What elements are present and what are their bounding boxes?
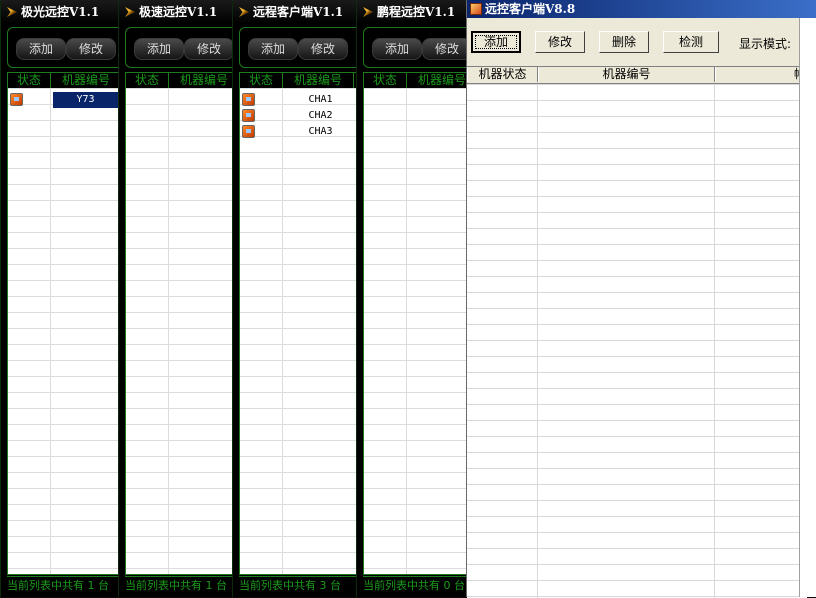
window-title-bar[interactable]: 鹏程远控V1.1 (357, 0, 467, 24)
edit-button[interactable]: 修改 (66, 38, 116, 60)
computer-status-icon (10, 93, 23, 106)
computer-status-icon (242, 93, 255, 106)
window-yuancheng: 远程客户端V1.1 添加 修改 状态 机器编号 CHA1 CHA2 CHA3 当… (232, 0, 357, 597)
status-bar: 当前列表中共有 1 台 (125, 576, 233, 595)
add-button[interactable]: 添加 (16, 38, 66, 60)
column-machine-id[interactable]: 机器编号 (538, 67, 715, 82)
list-header: 状态 机器编号 (126, 73, 232, 88)
machine-id-cell: CHA2 (308, 110, 333, 121)
list-header: 状态 机器编号 (364, 73, 466, 88)
list-body (126, 88, 232, 574)
main-title-bar[interactable]: 远控客户端V8.8 (467, 0, 816, 18)
right-edge-panel (799, 18, 816, 597)
column-status[interactable]: 状态 (8, 73, 51, 88)
column-machine-id[interactable]: 机器编号 (51, 73, 118, 88)
machine-list[interactable]: 状态 机器编号 CHA1 CHA2 CHA3 (239, 72, 357, 575)
window-title-bar[interactable]: 极速远控V1.1 (119, 0, 233, 24)
machine-id-cell: Y73 (53, 92, 118, 108)
app-icon (125, 7, 135, 17)
main-window-title: 远控客户端V8.8 (485, 2, 576, 16)
button-panel: 添加 修改 (239, 27, 357, 68)
window-jiguang: 极光远控V1.1 添加 修改 状态 机器编号 Y73 当前列表中共有 1 台 (0, 0, 119, 597)
app-icon (363, 7, 373, 17)
list-body: CHA1 CHA2 CHA3 (240, 88, 356, 574)
column-machine-status[interactable]: 机器状态 (467, 67, 538, 82)
machine-id-cell: CHA3 (308, 126, 333, 137)
column-machine-id[interactable]: 机器编号 (169, 73, 232, 88)
column-truncated[interactable]: 帐 (715, 67, 807, 82)
app-icon (7, 7, 17, 17)
list-row[interactable]: CHA3 (240, 124, 356, 140)
edit-button[interactable]: 修改 (298, 38, 348, 60)
main-list-body (467, 84, 807, 598)
edit-button[interactable]: 修改 (422, 38, 467, 60)
column-machine-id[interactable]: 机器编号 (283, 73, 354, 88)
computer-status-icon (242, 125, 255, 138)
add-button[interactable]: 添加 (248, 38, 298, 60)
add-button[interactable]: 添加 (471, 31, 521, 53)
window-title: 极光远控V1.1 (21, 5, 100, 19)
button-panel: 添加 修改 (7, 27, 119, 68)
window-title: 鹏程远控V1.1 (377, 5, 456, 19)
computer-status-icon (242, 109, 255, 122)
button-panel: 添加 修改 (363, 27, 467, 68)
list-row[interactable]: Y73 (8, 92, 118, 108)
machine-list[interactable]: 状态 机器编号 (125, 72, 233, 575)
column-status[interactable]: 状态 (364, 73, 407, 88)
column-status[interactable]: 状态 (240, 73, 283, 88)
list-body: Y73 (8, 88, 118, 574)
window-title-bar[interactable]: 远程客户端V1.1 (233, 0, 357, 24)
list-header: 状态 机器编号 (8, 73, 118, 88)
list-row[interactable]: CHA2 (240, 108, 356, 124)
machine-list[interactable]: 状态 机器编号 (363, 72, 467, 575)
main-machine-list[interactable]: 机器状态 机器编号 帐 (467, 66, 807, 598)
list-body (364, 88, 466, 574)
window-title-bar[interactable]: 极光远控V1.1 (1, 0, 119, 24)
list-row[interactable]: CHA1 (240, 92, 356, 108)
window-title: 远程客户端V1.1 (253, 5, 344, 19)
button-panel: 添加 修改 (125, 27, 233, 68)
add-button[interactable]: 添加 (134, 38, 184, 60)
main-list-header: 机器状态 机器编号 帐 (467, 67, 807, 84)
window-jisu: 极速远控V1.1 添加 修改 状态 机器编号 当前列表中共有 1 台 (118, 0, 233, 597)
window-title: 极速远控V1.1 (139, 5, 218, 19)
add-button[interactable]: 添加 (372, 38, 422, 60)
edit-button[interactable]: 修改 (535, 31, 585, 53)
check-button[interactable]: 检测 (663, 31, 719, 53)
window-pengcheng: 鹏程远控V1.1 添加 修改 状态 机器编号 当前列表中共有 0 台 (356, 0, 467, 597)
status-bar: 当前列表中共有 1 台 (7, 576, 119, 595)
machine-list[interactable]: 状态 机器编号 Y73 (7, 72, 119, 575)
status-bar: 当前列表中共有 0 台 (363, 576, 467, 595)
app-icon (470, 3, 482, 15)
display-mode-label: 显示模式: (739, 37, 792, 51)
delete-button[interactable]: 删除 (599, 31, 649, 53)
status-bar: 当前列表中共有 3 台 (239, 576, 357, 595)
column-machine-id[interactable]: 机器编号 (407, 73, 466, 88)
list-header: 状态 机器编号 (240, 73, 356, 88)
column-status[interactable]: 状态 (126, 73, 169, 88)
machine-id-cell: CHA1 (308, 94, 333, 105)
edit-button[interactable]: 修改 (184, 38, 233, 60)
app-icon (239, 7, 249, 17)
